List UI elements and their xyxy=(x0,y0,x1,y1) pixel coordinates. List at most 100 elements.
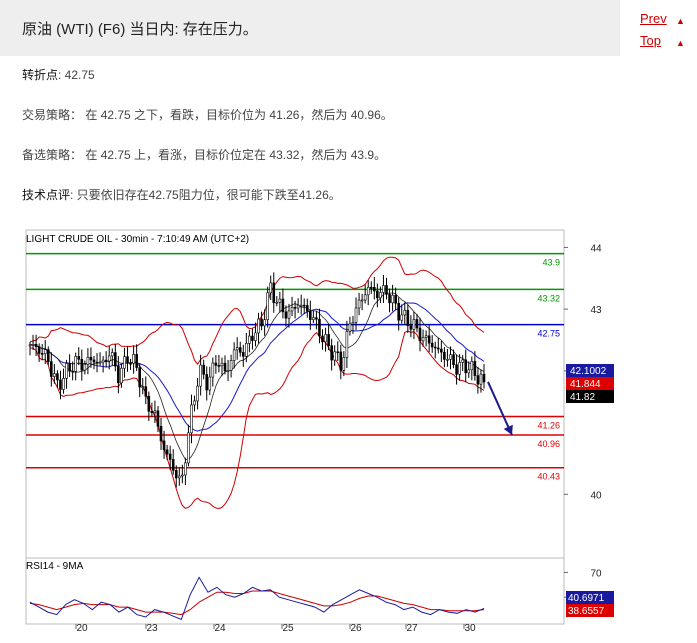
candle-body xyxy=(156,410,160,427)
candle-body xyxy=(443,351,446,360)
alt-strategy-text: 在 42.75 上，看涨，目标价位定在 43.32，然后为 43.9。 xyxy=(85,148,387,162)
candle-body xyxy=(436,347,440,350)
x-tick-label: 20 xyxy=(76,623,88,634)
candle-body xyxy=(71,370,74,373)
price-badge-text: 42.1002 xyxy=(570,366,607,377)
candle-body xyxy=(89,356,93,361)
candle-body xyxy=(312,317,315,320)
pivot-label: 转折点 xyxy=(22,68,59,82)
candle-body xyxy=(251,335,254,341)
candle-body xyxy=(202,364,205,375)
page-title: 原油 (WTI) (F6) 当日内: 存在压力。 xyxy=(22,21,258,38)
candle-body xyxy=(65,363,68,379)
candle-body xyxy=(28,344,32,347)
candle-body xyxy=(80,359,84,371)
candle-body xyxy=(110,352,114,357)
candle-body xyxy=(440,348,443,353)
level-label: 42.75 xyxy=(537,329,560,339)
level-label: 40.96 xyxy=(537,439,560,449)
candle-body xyxy=(138,367,141,388)
price-badge-text: 41.844 xyxy=(570,379,601,390)
candle-body xyxy=(241,352,245,357)
comment-text: : 只要依旧存在42.75阻力位，很可能下跌至41.26。 xyxy=(70,188,341,202)
x-tick-label: 24 xyxy=(214,623,226,634)
candle-body xyxy=(464,359,468,374)
candle-body xyxy=(214,362,218,366)
candle-body xyxy=(168,453,172,460)
candle-body xyxy=(470,361,474,371)
top-link[interactable]: Top ▲ xyxy=(640,32,697,54)
candle-body xyxy=(403,309,407,316)
candle-body xyxy=(427,335,431,344)
candle-body xyxy=(248,335,251,344)
rsi-badge: 38.6557 xyxy=(566,604,614,617)
candle-body xyxy=(178,475,181,479)
candle-body xyxy=(199,364,202,387)
candle-body xyxy=(171,459,175,471)
candle-body xyxy=(104,359,108,362)
candle-body xyxy=(455,364,458,375)
candle-body xyxy=(418,327,422,342)
candle-body xyxy=(400,314,404,321)
candle-body xyxy=(330,345,333,361)
candle-body xyxy=(43,349,47,354)
chart: LIGHT CRUDE OIL - 30min - 7:10:49 AM (UT… xyxy=(18,228,620,638)
candle-body xyxy=(467,369,471,374)
comment-line: 技术点评: 只要依旧存在42.75阻力位，很可能下跌至41.26。 xyxy=(22,186,341,203)
level-label: 41.26 xyxy=(537,421,560,431)
candle-body xyxy=(144,386,148,397)
candle-body xyxy=(120,367,123,384)
candle-body xyxy=(31,344,35,346)
candle-body xyxy=(217,365,221,367)
candle-body xyxy=(257,318,260,334)
candle-body xyxy=(165,449,169,455)
candle-body xyxy=(382,285,385,293)
candle-body xyxy=(53,373,56,377)
candle-body xyxy=(302,304,306,307)
candle-body xyxy=(293,307,297,309)
candle-body xyxy=(266,292,269,321)
candle-body xyxy=(446,358,449,361)
y-tick-label: 40 xyxy=(590,490,602,501)
candle-body xyxy=(275,301,279,304)
candle-body xyxy=(187,432,190,464)
level-label: 43.32 xyxy=(537,293,560,303)
chevron-up-icon: ▲ xyxy=(676,38,685,48)
candle-body xyxy=(324,334,327,343)
candle-body xyxy=(193,400,196,406)
candle-body xyxy=(174,470,178,479)
comment-label: 技术点评 xyxy=(22,188,71,202)
price-badge: 41.82 xyxy=(566,390,614,403)
candle-body xyxy=(357,299,361,309)
x-tick-label: 27 xyxy=(406,623,418,634)
candle-body xyxy=(101,359,105,363)
candle-body xyxy=(373,287,376,292)
candle-body xyxy=(284,311,288,319)
alt-strategy-line: 备选策略： 在 42.75 上，看涨，目标价位定在 43.32，然后为 43.9… xyxy=(22,146,386,163)
candle-body xyxy=(305,305,309,312)
candle-body xyxy=(123,356,126,369)
candle-body xyxy=(345,331,349,358)
candle-body xyxy=(126,356,129,364)
candle-body xyxy=(452,354,455,366)
candle-body xyxy=(385,285,388,295)
candle-body xyxy=(208,376,212,391)
candle-body xyxy=(409,325,413,330)
candle-body xyxy=(205,374,209,391)
top-label[interactable]: Top xyxy=(640,33,661,48)
candle-body xyxy=(376,290,379,299)
candle-body xyxy=(360,299,364,302)
candle-body xyxy=(351,321,355,325)
candle-body xyxy=(415,319,419,329)
rsi-badge: 40.6971 xyxy=(566,591,614,604)
rsi-label: RSI14 - 9MA xyxy=(26,561,84,572)
candle-body xyxy=(232,349,236,361)
candle-body xyxy=(196,385,199,402)
prev-label[interactable]: Prev xyxy=(640,11,667,26)
candle-body xyxy=(397,302,400,321)
candle-body xyxy=(412,319,416,330)
candle-body xyxy=(77,356,81,360)
chart-svg: LIGHT CRUDE OIL - 30min - 7:10:49 AM (UT… xyxy=(18,228,620,638)
prev-link[interactable]: Prev ▲ xyxy=(640,10,697,32)
candle-body xyxy=(315,317,318,320)
